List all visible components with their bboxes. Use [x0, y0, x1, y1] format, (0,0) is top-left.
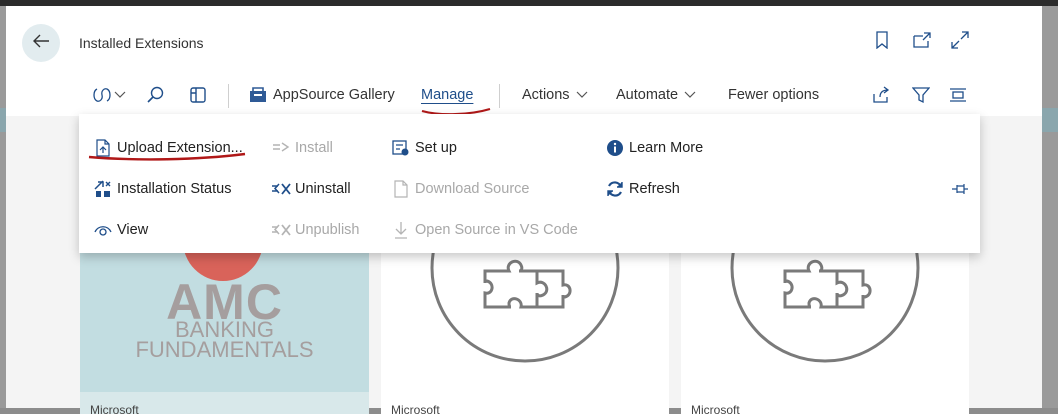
extension-tile[interactable]: Microsoft: [381, 253, 669, 414]
open-in-new-window-icon: [913, 31, 931, 53]
action-bar: AppSource Gallery Manage Actions Automat…: [6, 76, 1042, 116]
tile-publisher: Microsoft: [691, 403, 740, 414]
download-source-item[interactable]: Download Source: [391, 177, 529, 201]
download-source-label: Download Source: [415, 181, 530, 197]
focus-mode-button[interactable]: [949, 76, 967, 114]
extension-tile[interactable]: Microsoft: [681, 253, 969, 414]
learn-more-item[interactable]: Learn More: [605, 136, 703, 160]
fewer-options-button[interactable]: Fewer options: [728, 76, 819, 114]
back-button[interactable]: [22, 24, 60, 62]
background-strip-right: [1042, 108, 1058, 132]
view-item[interactable]: View: [93, 218, 148, 242]
automate-label: Automate: [616, 87, 679, 103]
open-source-vscode-item[interactable]: Open Source in VS Code: [391, 218, 578, 242]
view-label: View: [117, 222, 149, 238]
setup-icon: [391, 138, 411, 158]
extension-tile-amc[interactable]: AMC BANKING FUNDAMENTALS Microsoft: [80, 253, 369, 414]
pin-menu-button[interactable]: [950, 177, 974, 201]
refresh-label: Refresh: [629, 181, 680, 197]
filter-icon: [912, 86, 930, 104]
page-title: Installed Extensions: [79, 35, 204, 51]
bookmark-icon: [875, 30, 889, 54]
views-icon: [92, 86, 112, 104]
toolbar-separator: [228, 84, 229, 108]
tile-publisher: Microsoft: [391, 403, 440, 414]
focus-mode-icon: [949, 86, 967, 104]
download-arrow-icon: [391, 220, 411, 240]
uninstall-item[interactable]: Uninstall: [271, 177, 351, 201]
installation-status-item[interactable]: Installation Status: [93, 177, 231, 201]
expand-button[interactable]: [950, 30, 970, 54]
pin-icon: [950, 179, 970, 199]
layout-button[interactable]: [189, 76, 207, 114]
install-label: Install: [295, 140, 333, 156]
expand-icon: [951, 30, 969, 54]
toolbar-separator: [499, 84, 500, 108]
appsource-icon: [249, 87, 267, 103]
unpublish-label: Unpublish: [295, 222, 360, 238]
share-icon: [872, 86, 890, 104]
puzzle-placeholder-icon: [430, 253, 620, 363]
installation-status-label: Installation Status: [117, 181, 232, 197]
chevron-down-icon: [576, 91, 588, 99]
download-source-icon: [391, 179, 411, 199]
fewer-options-label: Fewer options: [728, 87, 820, 103]
uninstall-icon: [271, 179, 291, 199]
puzzle-placeholder-icon: [730, 253, 920, 363]
view-eye-icon: [93, 220, 113, 240]
unpublish-item[interactable]: Unpublish: [271, 218, 360, 242]
manage-dropdown-menu: Upload Extension... Install Set up Learn…: [79, 114, 980, 253]
tile-publisher: Microsoft: [90, 403, 139, 414]
share-button[interactable]: [872, 76, 890, 114]
refresh-item[interactable]: Refresh: [605, 177, 680, 201]
install-item[interactable]: Install: [271, 136, 333, 160]
search-icon: [147, 86, 165, 104]
open-source-vscode-label: Open Source in VS Code: [415, 222, 578, 238]
chevron-down-icon: [114, 91, 126, 99]
appsource-gallery-button[interactable]: AppSource Gallery: [249, 76, 395, 114]
chevron-down-icon: [684, 91, 696, 99]
actions-label: Actions: [522, 87, 570, 103]
views-dropdown[interactable]: [92, 76, 126, 114]
set-up-item[interactable]: Set up: [391, 136, 457, 160]
bookmark-button[interactable]: [872, 30, 892, 54]
background-right: [1042, 6, 1058, 408]
automate-menu[interactable]: Automate: [616, 76, 696, 114]
open-new-window-button[interactable]: [912, 31, 932, 53]
set-up-label: Set up: [415, 140, 457, 156]
refresh-icon: [605, 179, 625, 199]
filter-button[interactable]: [912, 76, 930, 114]
unpublish-icon: [271, 220, 291, 240]
page-header: Installed Extensions: [6, 6, 1042, 76]
page-card: Installed Extensions AppSource Gallery M…: [6, 6, 1042, 414]
layout-icon: [189, 86, 207, 104]
install-icon: [271, 138, 291, 158]
appsource-gallery-label: AppSource Gallery: [273, 87, 395, 103]
back-arrow-icon: [32, 33, 50, 54]
info-icon: [605, 138, 625, 158]
learn-more-label: Learn More: [629, 140, 704, 156]
uninstall-label: Uninstall: [295, 181, 351, 197]
installation-status-icon: [93, 179, 113, 199]
search-button[interactable]: [147, 76, 165, 114]
actions-menu[interactable]: Actions: [522, 76, 588, 114]
amc-logo-line2: FUNDAMENTALS: [135, 337, 314, 362]
annotation-underline-upload: [88, 152, 246, 161]
manage-label: Manage: [421, 87, 474, 103]
